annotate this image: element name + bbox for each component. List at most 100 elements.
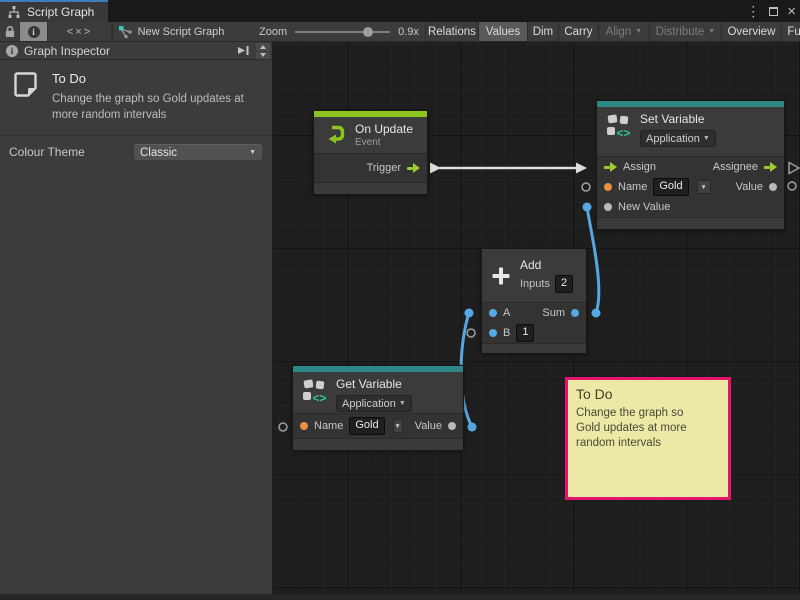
name-input-port[interactable]	[604, 183, 612, 191]
dock-panel-icon[interactable]	[237, 45, 250, 56]
node-on-update[interactable]: On Update Event Trigger	[313, 110, 428, 195]
b-input-port[interactable]	[489, 329, 497, 337]
variable-name-field[interactable]: Gold	[653, 178, 688, 195]
zoom-slider-track	[295, 31, 390, 33]
variable-scope-dropdown[interactable]: Application ▼	[640, 130, 716, 147]
lock-button[interactable]	[0, 22, 20, 41]
svg-text:<>: <>	[617, 126, 631, 139]
value-port-label: Value	[736, 181, 763, 193]
unconnected-port-getvar-name[interactable]	[279, 423, 287, 431]
zoom-slider-handle[interactable]	[363, 27, 373, 37]
node-title: On Update	[355, 122, 413, 137]
relations-toggle[interactable]: Relations	[425, 22, 478, 41]
tab-bar: Script Graph ⋮ ×	[0, 0, 800, 22]
svg-text:<>: <>	[313, 391, 327, 404]
chevron-down-icon: ▼	[399, 400, 406, 407]
values-toggle[interactable]: Values	[478, 22, 527, 41]
align-menu-button[interactable]: Align ▼	[598, 22, 649, 41]
node-footer	[482, 343, 586, 353]
value-output-port[interactable]	[448, 422, 456, 430]
a-input-port[interactable]	[489, 309, 497, 317]
dim-toggle[interactable]: Dim	[527, 22, 558, 41]
graph-inspector-header: i Graph Inspector	[0, 42, 272, 60]
graph-inspector-title: Graph Inspector	[24, 44, 231, 58]
unconnected-port-setvar-name[interactable]	[582, 183, 590, 191]
distribute-menu-button[interactable]: Distribute ▼	[649, 22, 721, 41]
values-label: Values	[486, 26, 520, 38]
node-footer	[293, 438, 463, 450]
exec-output-port[interactable]	[407, 163, 420, 173]
fullscreen-button[interactable]: Full Screen	[781, 22, 800, 41]
exec-connection-trigger-to-assign[interactable]	[430, 163, 587, 174]
variable-scope-dropdown[interactable]: Application ▼	[336, 395, 412, 412]
dim-label: Dim	[533, 26, 553, 38]
variable-name-field[interactable]: Gold	[349, 417, 384, 434]
window-menu-icon[interactable]: ⋮	[746, 4, 760, 18]
fullscreen-label: Full Screen	[787, 26, 800, 38]
trigger-port-label: Trigger	[367, 162, 401, 174]
name-input-port[interactable]	[300, 422, 308, 430]
inspector-todo-title: To Do	[52, 71, 264, 86]
lock-icon	[4, 25, 16, 38]
triangle-up-icon	[260, 45, 266, 49]
graph-inspector-panel: i Graph Inspector To Do Change the graph…	[0, 42, 273, 594]
chevron-down-icon: ▼	[249, 149, 256, 156]
exec-output-port[interactable]	[764, 162, 777, 172]
zoom-label: Zoom	[259, 26, 287, 38]
exec-input-port[interactable]	[604, 162, 617, 172]
node-title: Add	[520, 258, 573, 273]
a-port-label: A	[503, 307, 510, 319]
name-port-label: Name	[314, 420, 343, 432]
zoom-slider[interactable]	[295, 22, 390, 42]
unconnected-port-assignee[interactable]	[789, 163, 799, 174]
node-set-variable[interactable]: <> Set Variable Application ▼ Assign Ass…	[596, 100, 785, 230]
name-port-label: Name	[618, 181, 647, 193]
inspector-toggle-button[interactable]: i	[20, 22, 48, 41]
value-port-label: Value	[415, 420, 442, 432]
window-close-icon[interactable]: ×	[787, 4, 796, 19]
info-icon: i	[28, 26, 40, 38]
view-toggles: Relations Values Dim Carry Align ▼ Distr…	[425, 22, 800, 41]
new-script-graph-button[interactable]: New Script Graph	[113, 22, 229, 41]
code-view-button[interactable]: <×>	[48, 22, 112, 41]
triangle-down-icon	[260, 53, 266, 57]
variable-icon: <>	[605, 112, 632, 139]
value-output-port[interactable]	[769, 183, 777, 191]
colour-theme-value: Classic	[140, 147, 249, 159]
node-add[interactable]: Add Inputs 2 A Sum B	[481, 248, 587, 354]
overview-button[interactable]: Overview	[721, 22, 781, 41]
carry-toggle[interactable]: Carry	[558, 22, 598, 41]
colour-theme-dropdown[interactable]: Classic ▼	[134, 144, 262, 160]
sum-output-port[interactable]	[571, 309, 579, 317]
node-get-variable[interactable]: <> Get Variable Application ▼ Name Gold …	[292, 365, 464, 451]
variable-icon: <>	[301, 377, 328, 404]
zoom-control: Zoom 0.9x	[259, 22, 419, 41]
inputs-count-field[interactable]: 2	[555, 275, 573, 292]
sticky-note-text: Change the graph so Gold updates at more…	[576, 406, 702, 451]
sticky-note-icon	[12, 70, 40, 100]
add-icon	[490, 265, 512, 287]
window-maximize-icon[interactable]	[769, 7, 778, 16]
new-value-input-port[interactable]	[604, 203, 612, 211]
scroll-down-button[interactable]	[256, 52, 270, 60]
unconnected-port-add-b[interactable]	[467, 329, 475, 337]
angle-brackets-icon: <×>	[67, 26, 92, 38]
node-title: Get Variable	[336, 377, 412, 392]
inspector-todo-summary: To Do Change the graph so Gold updates a…	[0, 60, 272, 133]
variable-name-dropdown-button[interactable]: ▼	[393, 419, 403, 433]
sticky-note-todo[interactable]: To Do Change the graph so Gold updates a…	[565, 377, 731, 500]
graph-asset-icon	[118, 25, 133, 39]
b-value-field[interactable]: 1	[516, 324, 534, 341]
scroll-up-button[interactable]	[256, 43, 270, 51]
tab-script-graph[interactable]: Script Graph	[0, 0, 108, 22]
node-subtitle: Event	[355, 137, 413, 148]
tab-label: Script Graph	[27, 5, 94, 19]
variable-name-dropdown-button[interactable]: ▼	[697, 180, 711, 194]
graph-canvas[interactable]: On Update Event Trigger <>	[273, 42, 800, 594]
chevron-down-icon: ▼	[703, 135, 710, 142]
node-footer	[314, 182, 427, 194]
b-port-label: B	[503, 327, 510, 339]
new-script-graph-label: New Script Graph	[138, 26, 225, 38]
chevron-down-icon: ▼	[394, 423, 400, 430]
unconnected-port-setvar-value[interactable]	[788, 182, 796, 190]
